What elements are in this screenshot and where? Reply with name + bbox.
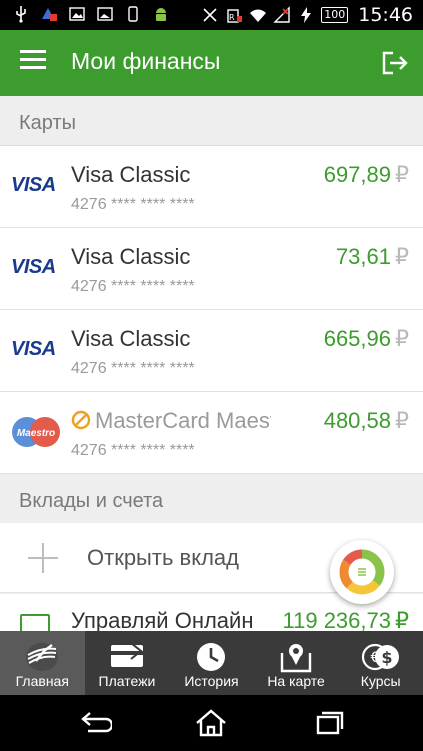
blocked-icon [71,410,91,430]
wifi-icon [250,9,267,22]
svg-text:$: $ [381,648,392,667]
card-balance: 665,96 ₽ [324,326,409,352]
card-balance: 480,58 ₽ [324,408,409,434]
section-deposits-title: Вклады и счета [19,490,164,512]
section-cards-header: Карты [0,96,423,146]
home-icon[interactable] [194,709,228,737]
usb-icon [16,6,26,23]
logout-icon[interactable] [381,50,409,76]
maestro-logo-icon: Maestro [12,417,60,447]
status-left-icons [12,5,170,23]
svg-text:Maestro: Maestro [17,428,55,439]
svg-text:R: R [229,13,235,22]
card-number: 4276 **** **** **** [71,278,195,295]
bottom-navigation: Главная Платежи История На карте € $ Кур… [0,631,423,695]
open-deposit-label: Открыть вклад [87,545,239,570]
currency-icon: € $ [361,643,399,671]
no-signal-icon [273,6,290,23]
image-icon [69,7,85,21]
card-name: Visa Classic [71,326,191,351]
card-row[interactable]: VISA Visa Classic 4276 **** **** **** 66… [0,310,423,392]
visa-logo-icon: VISA [11,256,56,278]
donut-chart-icon [339,549,385,595]
card-icon [110,642,143,667]
card-amount-value: 73,61 [335,244,391,269]
page-title: Мои финансы [71,48,221,74]
card-amount-value: 697,89 [323,162,391,187]
card-number: 4276 **** **** **** [71,442,195,459]
charging-icon [301,7,312,23]
system-navigation [0,695,423,751]
map-pin-icon [280,644,312,673]
nav-item-payments[interactable]: Платежи [85,631,170,695]
currency-symbol: ₽ [395,244,409,269]
vibrate-off-icon [203,8,217,22]
notification-icon [42,8,57,21]
card-name: Visa Classic [71,162,191,187]
card-name: Visa Classic [71,244,191,269]
currency-symbol: ₽ [395,608,409,633]
gallery-icon [97,7,113,21]
visa-logo-icon: VISA [11,338,56,360]
nav-item-map[interactable]: На карте [254,631,339,695]
card-row[interactable]: VISA Visa Classic 4276 **** **** **** 73… [0,228,423,310]
plus-icon [28,543,58,573]
recent-apps-icon[interactable] [312,709,346,737]
nav-label: История [184,673,239,689]
nav-item-history[interactable]: История [169,631,254,695]
card-number: 4276 **** **** **** [71,196,195,213]
back-icon[interactable] [78,709,112,737]
phone-icon [128,6,138,22]
card-number: 4276 **** **** **** [71,360,195,377]
section-cards-title: Карты [19,112,76,134]
currency-symbol: ₽ [395,408,409,433]
card-amount-value: 665,96 [323,326,391,351]
card-balance: 73,61 ₽ [336,244,409,270]
menu-icon[interactable] [20,50,46,76]
nav-item-rates[interactable]: € $ Курсы [338,631,423,695]
section-deposits-header: Вклады и счета [0,474,423,524]
signal-icon: R [227,9,243,23]
nav-label: Курсы [360,673,401,689]
status-right-icons: R 100 15:46 [201,4,413,26]
sberbank-logo-icon [26,643,59,671]
currency-symbol: ₽ [395,162,409,187]
nav-label: Платежи [98,673,156,689]
nav-label: Главная [15,673,69,689]
nav-label: На карте [267,673,325,689]
battery-indicator: 100 [321,7,349,23]
card-amount-value: 480,58 [323,408,391,433]
nav-item-home[interactable]: Главная [0,631,85,695]
status-bar: R 100 15:46 [0,0,423,30]
clock-icon [197,643,226,671]
visa-logo-icon: VISA [11,174,56,196]
card-balance: 697,89 ₽ [324,162,409,188]
card-name-text: MasterCard Maestro [95,408,271,433]
currency-symbol: ₽ [395,326,409,351]
account-amount-value: 119 236,73 [282,608,391,633]
card-row[interactable]: VISA Visa Classic 4276 **** **** **** 69… [0,146,423,228]
card-name: MasterCard Maestro [71,408,271,434]
app-bar: Мои финансы [0,30,423,96]
android-icon [156,8,166,21]
card-row[interactable]: Maestro MasterCard Maestro 4276 **** ***… [0,392,423,474]
status-time: 15:46 [358,4,413,26]
finance-chart-button[interactable] [330,540,394,604]
